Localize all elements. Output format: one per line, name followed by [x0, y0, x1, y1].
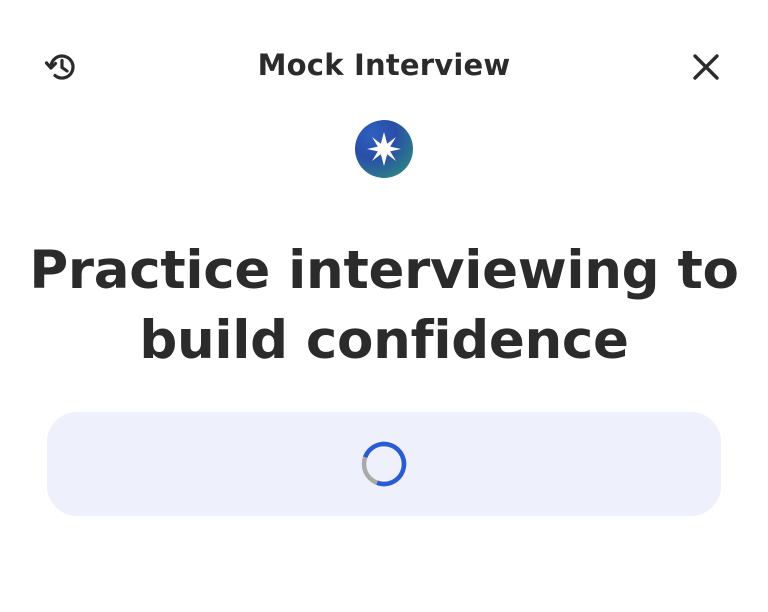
brand-badge: [355, 120, 413, 178]
close-icon: [693, 54, 719, 80]
headline-line-1: Practice interviewing to: [29, 240, 739, 301]
sparkle-star-icon: [367, 132, 401, 166]
close-button[interactable]: [684, 45, 728, 89]
headline-line-2: build confidence: [139, 310, 629, 371]
headline: Practice interviewing to build confidenc…: [20, 236, 748, 376]
loading-spinner-icon: [361, 441, 407, 487]
app-header: Mock Interview: [0, 0, 768, 134]
loading-panel: [47, 412, 721, 516]
page-title: Mock Interview: [257, 48, 511, 82]
